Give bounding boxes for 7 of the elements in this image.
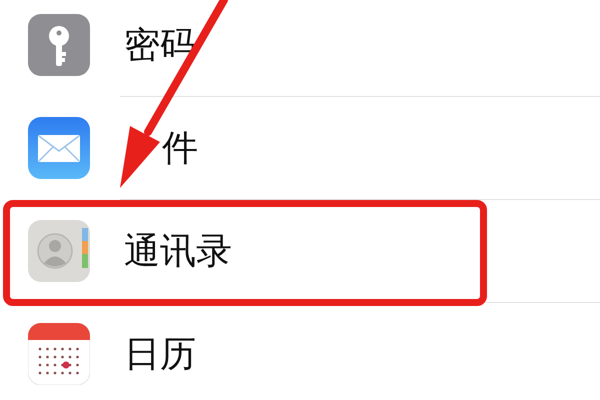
settings-item-label[interactable]: 日历 xyxy=(124,330,196,378)
calendar-icon xyxy=(28,323,90,385)
contacts-icon xyxy=(28,220,90,282)
settings-item-label[interactable]: 通讯录 xyxy=(124,226,232,276)
key-icon xyxy=(28,14,90,76)
envelope-icon xyxy=(28,117,90,179)
settings-item-label[interactable]: 件 xyxy=(162,124,198,172)
